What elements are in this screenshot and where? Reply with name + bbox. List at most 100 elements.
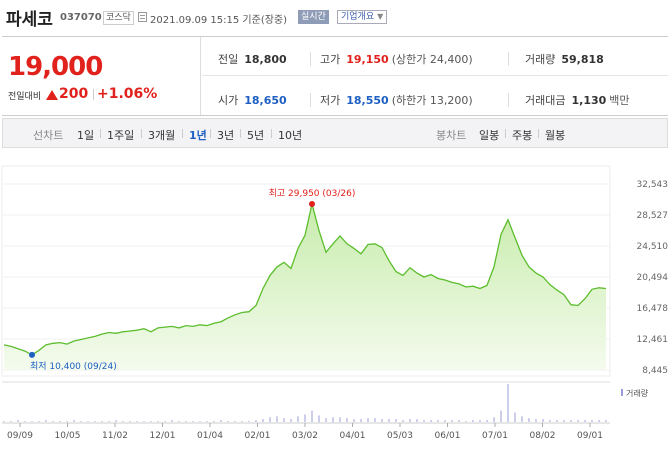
period-5y[interactable]: 5년 [247,127,264,143]
period-1w[interactable]: 1주일 [107,127,134,143]
volume-bar [276,416,278,422]
volume-bar [185,421,187,422]
low-price: 저가 18,550 (하한가 13,200) [320,92,473,108]
volume-bar [353,419,355,422]
volume-bar [241,421,243,422]
candle-daily[interactable]: 일봉 [479,127,499,143]
volume-bar [136,421,138,422]
divider [100,129,101,138]
volume-bar [465,421,467,422]
volume-bar [577,420,579,422]
volume-bar [409,419,411,422]
volume-bar [80,421,82,422]
y-axis: 32,543 28,527 24,510 20,494 16,478 12,461 8,44… [637,180,669,376]
volume-bar [444,420,446,422]
market-badge: 코스닥 [103,11,134,25]
low-label: 저가 [320,94,341,107]
period-1y[interactable]: 1년 [189,127,207,143]
y-tick-label: 8,445 [642,366,668,376]
quote-datetime: 2021.09.09 15:15 기준(장중) [150,15,288,26]
volume-bar [549,420,551,422]
volume-bar [297,416,299,422]
volume-bar [416,419,418,422]
volume-bar [3,421,5,422]
volume-bar [521,416,523,422]
y-tick-label: 32,543 [637,180,669,190]
high-value: 19,150 [346,53,389,66]
volume-bar [493,417,495,423]
volume-bar [10,421,12,422]
volume-bar [507,384,509,422]
volume-bar [395,419,397,422]
volume-bar [122,421,124,422]
volume-bar [605,420,607,422]
stock-code: 037070 [60,12,102,23]
volume-bar [164,421,166,422]
volume-bar [381,419,383,422]
y-tick-label: 16,478 [637,304,669,314]
low-value: 18,550 [346,94,389,107]
x-tick-label: 08/02 [530,431,556,441]
lower-limit: (하한가 13,200) [391,94,473,107]
x-tick-label: 07/01 [482,431,508,441]
x-tick-label: 03/02 [292,431,318,441]
volume-bar [402,420,404,422]
volume-bar [290,419,292,422]
candle-weekly[interactable]: 주봉 [512,127,532,143]
high-label: 고가 [320,53,341,66]
period-10y[interactable]: 10년 [278,127,302,143]
divider [202,75,668,76]
volume-bar [59,421,61,422]
volume-bar [227,421,229,422]
volume-bar [101,421,103,422]
realtime-button[interactable]: 실시간 [298,10,329,24]
high-price: 고가 19,150 (상한가 24,400) [320,51,473,67]
period-1d[interactable]: 1일 [77,127,94,143]
stock-header: 파세코 037070 코스닥 2021.09.09 15:15 기준(장중) 실… [0,0,670,36]
volume-bar [591,420,593,422]
volume-bar [500,410,502,422]
volume-bar [220,420,222,422]
volume-bar [570,420,572,422]
volume-bar [38,421,40,422]
volume-bar [115,420,117,422]
volume-bar [514,412,516,422]
x-tick-label: 09/09 [7,431,33,441]
volume-bar [255,420,257,422]
volume-bar [87,421,89,422]
volume-bar [31,421,33,422]
volume-bar [479,420,481,422]
volume-bar [332,417,334,423]
volume-bar [262,419,264,422]
volume-bar [304,414,306,422]
volume-bar [171,420,173,422]
divider [508,93,509,107]
trading-amount: 거래대금 1,130 백만 [525,92,630,108]
divider [93,89,94,100]
volume-bar [248,421,250,422]
candle-monthly[interactable]: 월봉 [545,127,565,143]
chart-period-bar: 선차트 1일 1주일 3개월 1년 3년 5년 10년 봉차트 일봉 주봉 월봉 [2,118,668,148]
volume-label: 거래량 [525,53,556,66]
divider [505,129,506,138]
volume-bar [325,418,327,422]
divider [240,129,241,138]
divider [141,129,142,138]
volume-bar [486,420,488,422]
candle-chart-label: 봉차트 [436,129,467,142]
x-tick-label: 01/04 [197,431,223,441]
volume-bar [339,417,341,423]
period-3m[interactable]: 3개월 [148,127,175,143]
y-tick-label: 20,494 [637,273,669,283]
upper-limit: (상한가 24,400) [391,53,473,66]
x-axis: 09/09 10/05 11/02 12/01 01/04 02/01 03/02 04/01… [7,423,603,441]
amount-unit: 백만 [609,94,630,107]
volume-bar [143,421,145,422]
period-3y[interactable]: 3년 [217,127,234,143]
price-change: 200 [59,86,89,102]
company-overview-dropdown[interactable]: 기업개요 ▼ [337,10,388,24]
prev-close: 전일 18,800 [218,51,287,67]
amount-value: 1,130 [571,94,607,107]
y-tick-label: 28,527 [637,211,669,221]
volume-bar [458,420,460,422]
